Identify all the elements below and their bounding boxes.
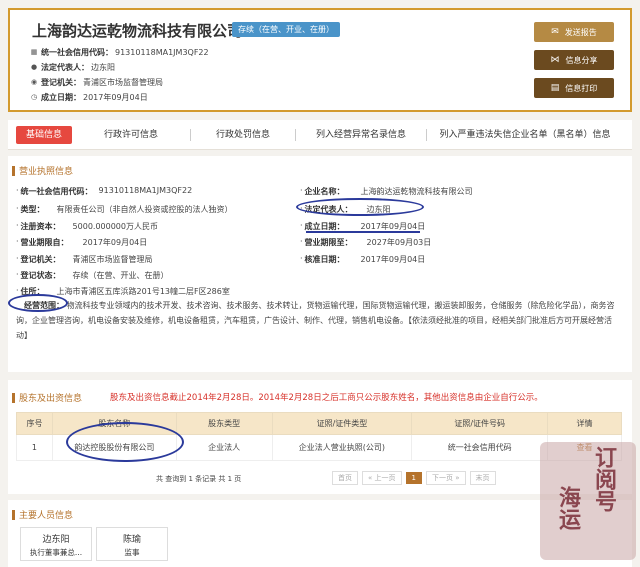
annotation-ellipse-scope	[8, 294, 68, 312]
license-section-title: 营业执照信息	[12, 164, 73, 177]
record-count: 共 查询到 1 条记录 共 1 页	[156, 475, 242, 483]
col-cert-type: 证照/证件类型	[271, 412, 413, 435]
share-icon: ⋈	[550, 55, 560, 65]
header-row-est-date: ◷ 成立日期： 2017年09月04日	[30, 92, 148, 102]
company-header-card: 上海韵达运乾物流科技有限公司 存续（在营、开业、在册） ▦ 统一社会信用代码： …	[8, 8, 632, 112]
prev-page-button[interactable]: « 上一页	[362, 471, 402, 485]
field-term-from: · 营业期限自： 2017年09月04日	[16, 237, 148, 247]
field-reg-authority: · 登记机关： 青浦区市场监督管理局	[16, 254, 153, 264]
header-row-legal-rep: ● 法定代表人： 边东阳	[30, 62, 115, 72]
person-card[interactable]: 陈瑜 监事	[96, 527, 168, 561]
field-company-name: · 企业名称： 上海韵达运乾物流科技有限公司	[300, 186, 473, 196]
company-name: 上海韵达运乾物流科技有限公司	[32, 22, 243, 40]
pagination: 首页 « 上一页 1 下一页 » 末页	[332, 471, 500, 485]
tab-admin-penalty[interactable]: 行政处罚信息	[191, 120, 295, 150]
header-row-reg-authority: ◉ 登记机关： 青浦区市场监督管理局	[30, 77, 163, 87]
col-detail: 详情	[547, 412, 622, 435]
shareholder-section-title: 股东及出资信息	[12, 391, 82, 404]
next-page-button[interactable]: 下一页 »	[425, 471, 466, 485]
tab-blacklist[interactable]: 列入严重违法失信企业名单（黑名单）信息	[427, 120, 623, 150]
status-badge: 存续（在营、开业、在册）	[232, 22, 340, 37]
annotation-ellipse-shareholder	[66, 422, 184, 462]
person-icon: ●	[30, 63, 38, 71]
watermark-text-1: 订阅号	[591, 446, 617, 512]
clock-icon: ◷	[30, 93, 38, 101]
business-scope-text: 物流科技专业领域内的技术开发、技术咨询、技术服务、技术转让，货物运输代理，国际货…	[16, 301, 615, 340]
field-credit-code: · 统一社会信用代码： 91310118MA1JM3QF22	[16, 186, 193, 196]
watermark-text-2: 海运	[555, 486, 581, 530]
printer-icon: ▤	[550, 83, 560, 93]
col-holder-type: 股东类型	[175, 412, 273, 435]
field-type: · 类型： 有限责任公司（非自然人投资或控股的法人独资）	[16, 204, 233, 214]
col-cert-number: 证照/证件号码	[411, 412, 549, 435]
tab-admin-license[interactable]: 行政许可信息	[72, 120, 190, 150]
info-tabs: 基础信息 行政许可信息 行政处罚信息 列入经营异常名录信息 列入严重违法失信企业…	[8, 120, 632, 150]
person-card[interactable]: 边东阳 执行董事兼总...	[20, 527, 92, 561]
print-info-button[interactable]: ▤ 信息打印	[534, 78, 614, 98]
barcode-icon: ▦	[30, 48, 38, 56]
tab-basic-info[interactable]: 基础信息	[16, 125, 73, 144]
tab-abnormal-list[interactable]: 列入经营异常名录信息	[296, 120, 426, 150]
send-report-button[interactable]: ✉ 发送报告	[534, 22, 614, 42]
share-info-button[interactable]: ⋈ 信息分享	[534, 50, 614, 70]
col-index: 序号	[16, 412, 53, 435]
business-scope: 经营范围： 物流科技专业领域内的技术开发、技术咨询、技术服务、技术转让，货物运输…	[16, 298, 622, 343]
shareholder-notice: 股东及出资信息截止2014年2月28日。2014年2月28日之后工商只公示股东姓…	[110, 393, 543, 403]
field-term-to: · 营业期限至： 2027年09月03日	[300, 237, 432, 247]
field-approval-date: · 核准日期： 2017年09月04日	[300, 254, 426, 264]
location-icon: ◉	[30, 78, 38, 86]
last-page-button[interactable]: 末页	[469, 471, 496, 485]
annotation-ellipse-legal-rep	[296, 198, 424, 216]
first-page-button[interactable]: 首页	[332, 471, 358, 485]
field-reg-capital: · 注册资本： 5000.000000万人民币	[16, 221, 158, 231]
header-row-credit-code: ▦ 统一社会信用代码： 91310118MA1JM3QF22	[30, 47, 209, 57]
personnel-section-title: 主要人员信息	[12, 508, 73, 521]
field-reg-status: · 登记状态： 存续（在营、开业、在册）	[16, 270, 169, 280]
annotation-underline-est-date	[306, 231, 420, 233]
mail-icon: ✉	[551, 27, 559, 37]
page-1-button[interactable]: 1	[405, 472, 422, 484]
